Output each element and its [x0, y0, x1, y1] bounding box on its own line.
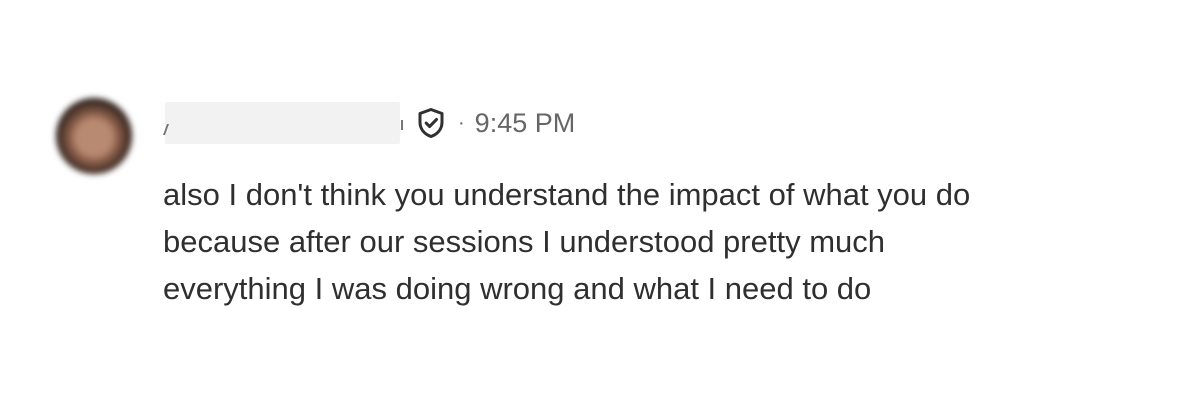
- message-timestamp: 9:45 PM: [474, 107, 576, 138]
- message-line: also I don't think you understand the im…: [163, 177, 971, 212]
- message-line: because after our sessions I understood …: [163, 224, 886, 259]
- message-header: · 9:45 PM: [165, 102, 575, 144]
- redacted-sender-name: [165, 102, 403, 144]
- timestamp-separator: ·: [458, 112, 465, 134]
- message-body: also I don't think you understand the im…: [163, 171, 1163, 312]
- message-line: everything I was doing wrong and what I …: [163, 271, 872, 306]
- shield-check-icon: [414, 106, 448, 140]
- avatar[interactable]: [54, 96, 134, 176]
- chat-message: · 9:45 PM also I don't think you underst…: [0, 0, 1200, 400]
